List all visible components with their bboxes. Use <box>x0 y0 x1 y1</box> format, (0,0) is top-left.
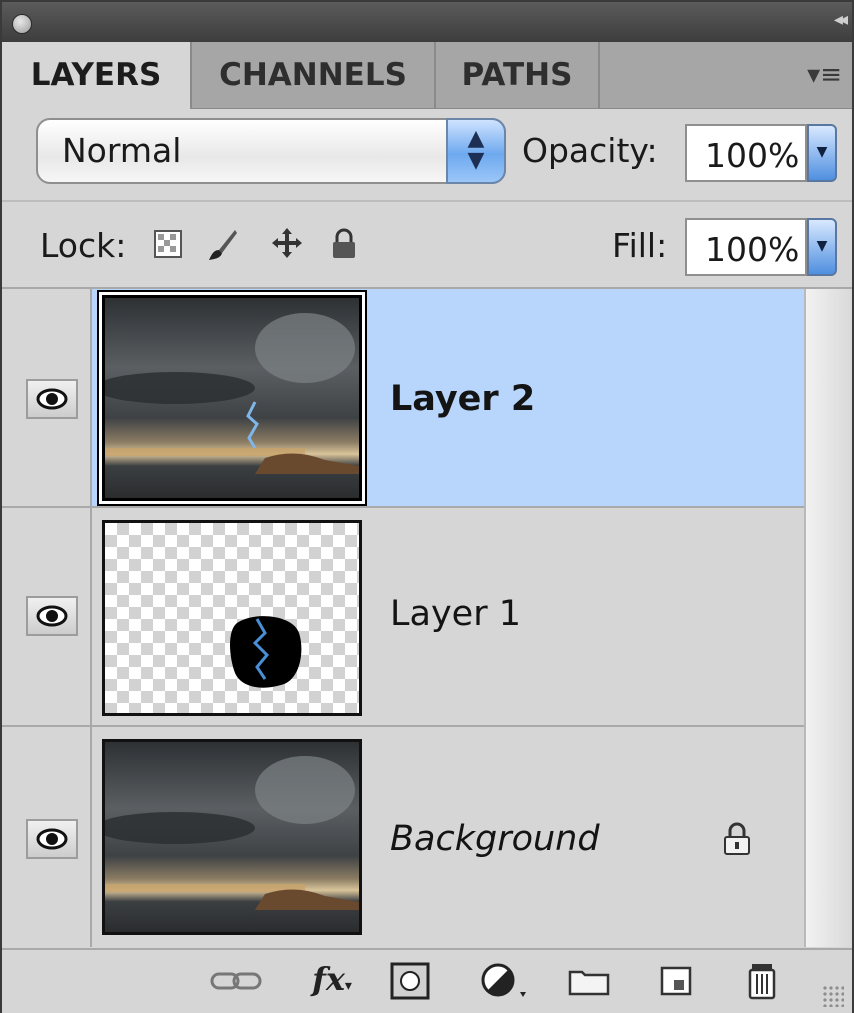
layer-name[interactable]: Background <box>390 819 600 859</box>
storm-thumbnail-image <box>105 298 359 498</box>
layers-list: Layer 2 Layer 1 Background <box>2 289 806 947</box>
collapse-panel-icon[interactable]: ◂◂ <box>834 9 848 30</box>
opacity-field[interactable]: 100% <box>685 124 807 182</box>
layer-row-layer-1[interactable]: Layer 1 <box>2 508 806 727</box>
tab-layers[interactable]: LAYERS <box>2 42 192 109</box>
lock-all-icon[interactable] <box>330 228 358 260</box>
fill-field[interactable]: 100% <box>685 218 807 276</box>
panel-menu-icon[interactable]: ▾≡ <box>807 60 842 90</box>
visibility-eye-icon[interactable] <box>26 819 78 859</box>
lock-position-icon[interactable] <box>270 226 304 260</box>
tab-channels[interactable]: CHANNELS <box>192 42 436 108</box>
link-layers-icon[interactable] <box>206 960 266 1002</box>
background-lock-icon <box>724 822 750 855</box>
resize-grip-icon[interactable] <box>822 985 844 1007</box>
close-panel-button[interactable] <box>12 14 32 34</box>
lock-transparency-icon[interactable] <box>154 230 182 258</box>
visibility-column <box>2 508 92 725</box>
background-thumbnail-image <box>105 742 359 932</box>
layer-thumbnail-storm[interactable] <box>102 295 362 501</box>
adjustment-layer-icon[interactable] <box>476 960 536 1002</box>
panel-tabs: LAYERS CHANNELS PATHS ▾≡ <box>2 42 852 109</box>
panel-footer: fx▾ <box>2 948 852 1013</box>
new-layer-icon[interactable] <box>654 960 698 1002</box>
trash-icon[interactable] <box>740 960 784 1002</box>
layer-row-layer-2[interactable]: Layer 2 <box>2 289 806 508</box>
layer-style-icon[interactable]: fx▾ <box>300 960 364 1002</box>
lock-image-pixels-icon[interactable] <box>207 228 239 262</box>
add-mask-icon[interactable] <box>388 960 432 1002</box>
opacity-dropdown-icon[interactable]: ▼ <box>807 124 837 182</box>
fx-label: fx <box>312 960 345 998</box>
blend-mode-value: Normal <box>62 131 182 170</box>
lightning-mask-image <box>230 616 302 688</box>
opacity-label: Opacity: <box>522 131 658 170</box>
divider <box>2 200 852 202</box>
layer-thumbnail-background[interactable] <box>102 739 362 935</box>
fill-dropdown-icon[interactable]: ▼ <box>807 218 837 276</box>
panel-titlebar[interactable]: ◂◂ <box>2 2 852 42</box>
layer-name[interactable]: Layer 1 <box>390 594 521 634</box>
blend-mode-stepper-icon[interactable]: ▲ ▼ <box>446 118 506 184</box>
layers-panel: ◂◂ LAYERS CHANNELS PATHS ▾≡ Normal ▲ ▼ Op… <box>0 0 854 1013</box>
blend-mode-select[interactable]: Normal ▲ ▼ <box>36 118 506 184</box>
layers-scrollbar[interactable] <box>804 289 852 947</box>
tab-paths[interactable]: PATHS <box>436 42 600 108</box>
new-group-icon[interactable] <box>564 960 614 1002</box>
visibility-eye-icon[interactable] <box>26 379 78 419</box>
visibility-eye-icon[interactable] <box>26 596 78 636</box>
layer-thumbnail-mask[interactable] <box>102 520 362 716</box>
layer-row-background[interactable]: Background <box>2 727 806 947</box>
visibility-column <box>2 727 92 947</box>
lock-label: Lock: <box>40 226 127 265</box>
visibility-column <box>2 289 92 506</box>
fill-label: Fill: <box>612 226 668 265</box>
layer-name[interactable]: Layer 2 <box>390 379 535 419</box>
